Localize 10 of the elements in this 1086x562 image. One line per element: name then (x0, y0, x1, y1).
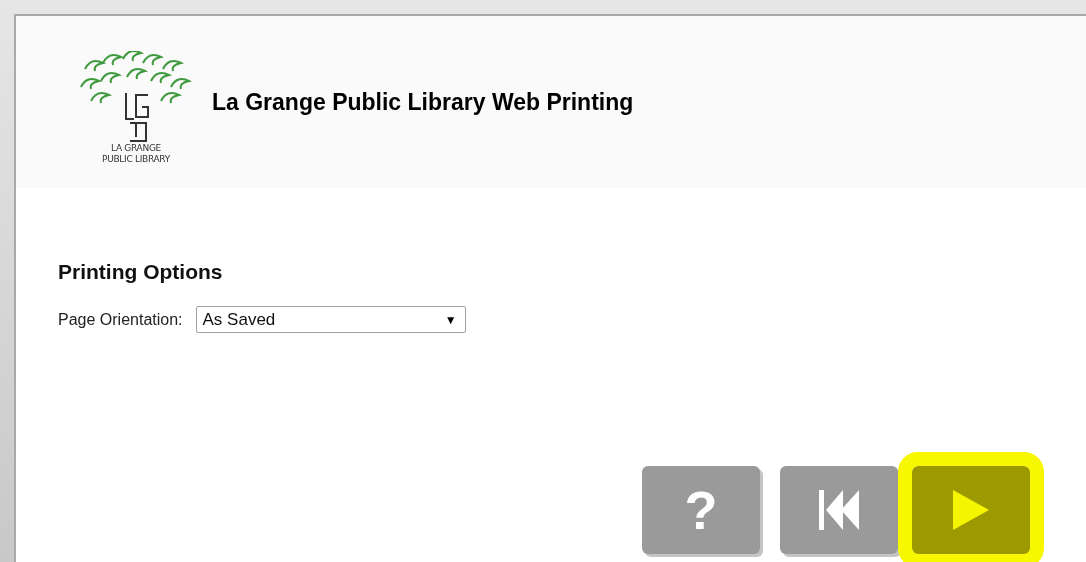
back-button[interactable] (780, 466, 898, 554)
field-label: Page Orientation: (58, 310, 183, 329)
skip-back-icon (817, 488, 861, 532)
logo-caption: LA GRANGE (111, 143, 161, 154)
tree-logo-icon (80, 51, 192, 143)
section-heading: Printing Options (58, 260, 223, 284)
play-icon (951, 488, 991, 532)
page-title: La Grange Public Library Web Printing (212, 88, 634, 116)
orientation-select[interactable]: As Saved ▼ (195, 306, 466, 333)
logo-caption: PUBLIC LIBRARY (102, 154, 170, 165)
